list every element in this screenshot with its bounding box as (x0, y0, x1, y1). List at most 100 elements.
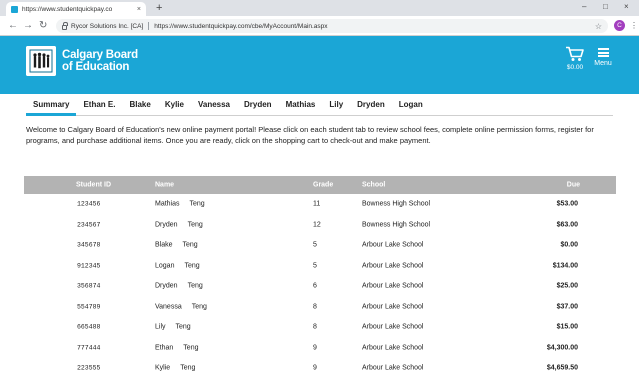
tab-dryden-2[interactable]: Dryden (350, 94, 392, 115)
tab-summary[interactable]: Summary (26, 94, 77, 116)
close-window-button[interactable]: × (624, 2, 629, 12)
table-row[interactable]: 356874 Dryden Teng 6 Arbour Lake School $… (24, 276, 616, 297)
table-row[interactable]: 123456 Mathias Teng 11 Bowness High Schoo… (24, 194, 616, 215)
student-school: Arbour Lake School (362, 364, 424, 372)
student-school: Arbour Lake School (362, 282, 424, 290)
student-school: Arbour Lake School (362, 303, 424, 311)
site-favicon-icon (11, 5, 18, 13)
student-name: Ethan Teng (155, 344, 199, 352)
student-name: Logan Teng (155, 262, 200, 270)
student-grade: 5 (313, 241, 317, 249)
header-name: Name (155, 181, 175, 189)
student-grade: 9 (313, 364, 317, 372)
url-text[interactable]: https://www.studentquickpay.com/cbe/MyAc… (154, 23, 327, 30)
tab-kylie[interactable]: Kylie (158, 94, 191, 115)
minimize-button[interactable]: – (582, 2, 586, 12)
certificate-label: Rycor Solutions Inc. [CA] (71, 22, 144, 30)
student-name: Dryden Teng (155, 282, 203, 290)
tab-ethan[interactable]: Ethan E. (76, 94, 122, 115)
browser-tabstrip: https://www.studentquickpay.co × + – □ × (0, 0, 639, 16)
table-row[interactable]: 912345 Logan Teng 5 Arbour Lake School $1… (24, 256, 616, 277)
student-name: Lily Teng (155, 323, 191, 331)
student-school: Bowness High School (362, 200, 431, 208)
header-school: School (362, 181, 386, 189)
profile-avatar[interactable]: C (614, 20, 625, 31)
site-header: Calgary Board of Education $0.00 Menu (0, 36, 639, 94)
student-school: Arbour Lake School (362, 241, 424, 249)
student-grade: 9 (313, 344, 317, 352)
shopping-cart-button[interactable]: $0.00 (564, 46, 586, 71)
student-grade: 11 (313, 200, 321, 208)
student-name: Kylie Teng (155, 364, 196, 372)
cart-total: $0.00 (566, 64, 584, 71)
student-school: Arbour Lake School (362, 344, 424, 352)
student-grade: 5 (313, 262, 317, 270)
tab-dryden[interactable]: Dryden (237, 94, 279, 115)
student-grade: 8 (313, 323, 317, 331)
student-name: Vanessa Teng (155, 303, 207, 311)
shopping-cart-icon (566, 46, 584, 61)
table-body: 123456 Mathias Teng 11 Bowness High Schoo… (24, 194, 616, 379)
student-id: 234567 (77, 221, 101, 229)
student-grade: 6 (313, 282, 317, 290)
forward-button[interactable]: → (23, 20, 33, 31)
student-name: Mathias Teng (155, 200, 205, 208)
menu-button[interactable]: Menu (590, 48, 616, 67)
student-id: 912345 (77, 262, 101, 270)
table-row[interactable]: 554789 Vanessa Teng 8 Arbour Lake School … (24, 297, 616, 318)
address-bar[interactable]: Rycor Solutions Inc. [CA] https://www.st… (56, 19, 608, 33)
header-due: Due (566, 181, 580, 189)
address-separator (148, 22, 150, 30)
browser-menu-icon[interactable]: ⋮ (630, 20, 638, 31)
close-tab-icon[interactable]: × (137, 6, 141, 13)
tab-lily[interactable]: Lily (322, 94, 350, 115)
menu-label: Menu (594, 60, 612, 67)
students-table: Student ID Name Grade School Due 123456 … (24, 176, 616, 379)
amount-due: $4,300.00 (546, 344, 578, 352)
amount-due: $15.00 (556, 323, 578, 331)
maximize-button[interactable]: □ (603, 2, 608, 12)
table-row[interactable]: 665488 Lily Teng 8 Arbour Lake School $15… (24, 317, 616, 338)
student-grade: 8 (313, 303, 317, 311)
student-id: 665488 (77, 323, 101, 331)
reload-button[interactable]: ↻ (39, 20, 47, 31)
tab-vanessa[interactable]: Vanessa (191, 94, 237, 115)
amount-due: $134.00 (552, 262, 578, 270)
bookmark-star-icon[interactable]: ☆ (595, 22, 602, 31)
back-button[interactable]: ← (8, 20, 18, 31)
student-school: Arbour Lake School (362, 262, 424, 270)
student-id: 123456 (77, 200, 101, 208)
new-tab-button[interactable]: + (156, 2, 162, 14)
student-grade: 12 (313, 221, 321, 229)
browser-tab[interactable]: https://www.studentquickpay.co × (6, 2, 146, 16)
amount-due: $63.00 (556, 221, 578, 229)
tab-mathias[interactable]: Mathias (279, 94, 323, 115)
table-row[interactable]: 223555 Kylie Teng 9 Arbour Lake School $4… (24, 358, 616, 379)
student-school: Bowness High School (362, 221, 431, 229)
browser-tab-title: https://www.studentquickpay.co (22, 5, 113, 13)
table-row[interactable]: 345678 Blake Teng 5 Arbour Lake School $0… (24, 235, 616, 256)
student-name: Dryden Teng (155, 221, 203, 229)
welcome-message: Welcome to Calgary Board of Education's … (26, 125, 594, 145)
amount-due: $4,659.50 (546, 364, 578, 372)
table-row[interactable]: 234567 Dryden Teng 12 Bowness High School… (24, 215, 616, 236)
student-school: Arbour Lake School (362, 323, 424, 331)
tab-blake[interactable]: Blake (122, 94, 157, 115)
brand-name[interactable]: Calgary Board of Education (62, 49, 138, 73)
amount-due: $53.00 (556, 200, 578, 208)
table-header: Student ID Name Grade School Due (24, 176, 616, 194)
student-tabs: Summary Ethan E. Blake Kylie Vanessa Dry… (26, 94, 613, 116)
hamburger-icon (597, 48, 609, 57)
tab-logan[interactable]: Logan (392, 94, 430, 115)
brand-line-1: Calgary Board (62, 49, 139, 61)
browser-toolbar: ← → ↻ Rycor Solutions Inc. [CA] https://… (0, 16, 639, 36)
table-row[interactable]: 777444 Ethan Teng 9 Arbour Lake School $4… (24, 338, 616, 359)
header-student-id: Student ID (76, 181, 111, 189)
student-id: 356874 (77, 282, 101, 290)
amount-due: $25.00 (556, 282, 578, 290)
header-grade: Grade (313, 181, 334, 189)
amount-due: $37.00 (556, 303, 578, 311)
lock-icon (62, 21, 68, 30)
cbe-logo[interactable] (26, 46, 56, 76)
student-id: 777444 (77, 344, 101, 352)
